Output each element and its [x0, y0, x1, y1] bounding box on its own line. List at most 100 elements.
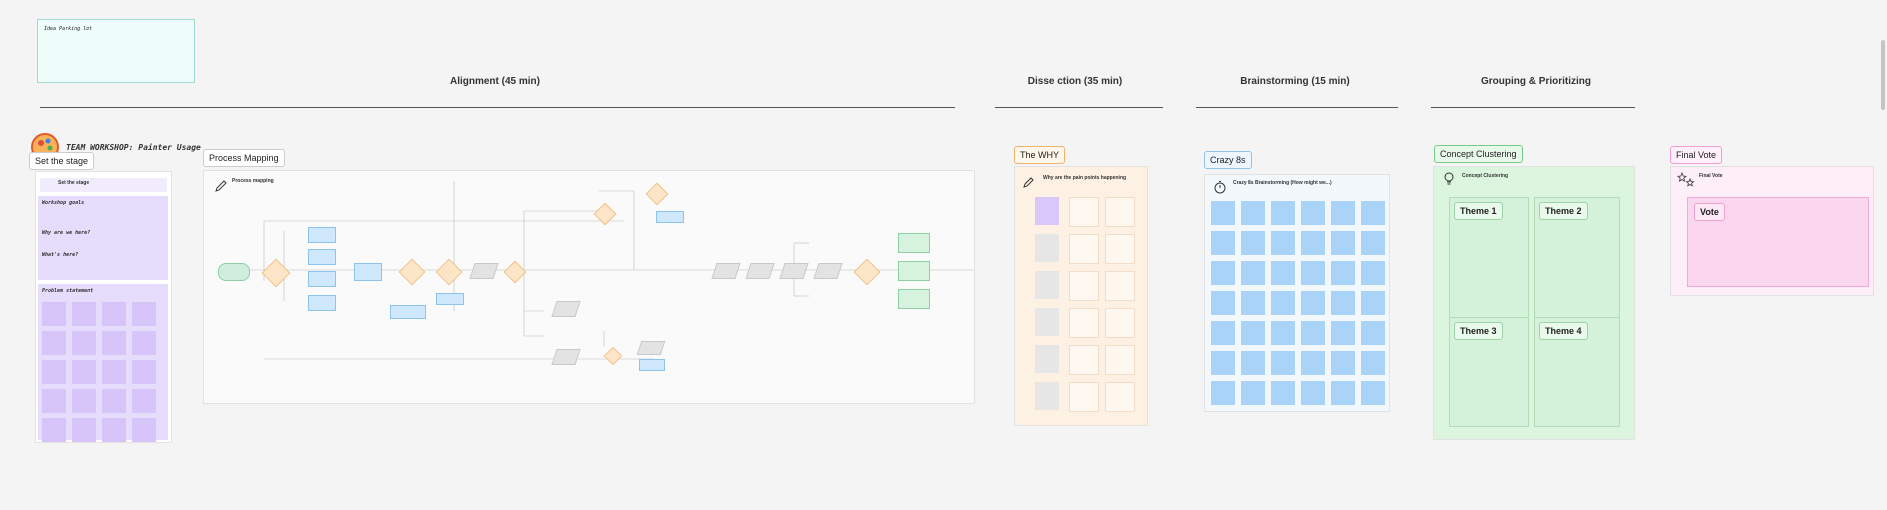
sticky-note[interactable]	[1211, 351, 1235, 375]
final-vote-frame[interactable]: Final Vote Vote	[1670, 166, 1874, 296]
sticky-note[interactable]	[1301, 261, 1325, 285]
sticky-note[interactable]	[1271, 201, 1295, 225]
sticky-note[interactable]	[102, 360, 126, 384]
sticky-note[interactable]	[1361, 231, 1385, 255]
sticky-note[interactable]	[102, 302, 126, 326]
parking-lot-frame[interactable]: Idea Parking lot	[37, 19, 195, 83]
why-cell[interactable]	[1105, 271, 1135, 301]
sticky-note[interactable]	[1361, 261, 1385, 285]
sticky-note[interactable]	[1301, 231, 1325, 255]
sticky-note[interactable]	[1211, 291, 1235, 315]
io-node[interactable]	[636, 341, 666, 355]
sticky-note[interactable]	[1241, 381, 1265, 405]
vote-box[interactable]: Vote	[1687, 197, 1869, 287]
sticky-note[interactable]	[1301, 321, 1325, 345]
sticky-note[interactable]	[1211, 321, 1235, 345]
sticky-note[interactable]	[1331, 381, 1355, 405]
process-node[interactable]	[354, 263, 382, 281]
sticky-note[interactable]	[1301, 351, 1325, 375]
sticky-note[interactable]	[42, 302, 66, 326]
why-cell[interactable]	[1069, 234, 1099, 264]
sticky-note[interactable]	[1331, 321, 1355, 345]
sticky-note[interactable]	[42, 360, 66, 384]
why-cell[interactable]	[1105, 308, 1135, 338]
sticky-note[interactable]	[1301, 201, 1325, 225]
sticky-note[interactable]	[42, 331, 66, 355]
sticky-note[interactable]	[72, 418, 96, 442]
process-node[interactable]	[436, 293, 464, 305]
why-cell[interactable]	[1069, 271, 1099, 301]
process-node[interactable]	[308, 271, 336, 287]
sticky-note[interactable]	[1271, 321, 1295, 345]
sticky-note[interactable]	[72, 389, 96, 413]
process-node[interactable]	[898, 261, 930, 281]
sticky-note[interactable]	[1361, 321, 1385, 345]
sticky-note[interactable]	[42, 389, 66, 413]
why-cell[interactable]	[1069, 345, 1099, 375]
tag-crazy-8s[interactable]: Crazy 8s	[1204, 151, 1252, 169]
sticky-note[interactable]	[1241, 201, 1265, 225]
the-why-frame[interactable]: Why are the pain points happening	[1014, 166, 1148, 426]
sticky-note[interactable]	[1211, 201, 1235, 225]
why-sticky[interactable]	[1035, 197, 1059, 225]
sticky-note[interactable]	[72, 360, 96, 384]
process-mapping-frame[interactable]: Process mapping	[203, 170, 975, 404]
concept-clustering-frame[interactable]: Concept Clustering Theme 1 Theme 2 Theme…	[1433, 166, 1635, 440]
sticky-note[interactable]	[1271, 231, 1295, 255]
sticky-note[interactable]	[1331, 261, 1355, 285]
process-node[interactable]	[639, 359, 665, 371]
vertical-scrollbar[interactable]	[1881, 40, 1885, 110]
set-the-stage-frame[interactable]: Set the stage Workshop goals Why are we …	[35, 171, 172, 443]
process-node[interactable]	[308, 295, 336, 311]
sticky-note[interactable]	[1241, 321, 1265, 345]
sticky-note[interactable]	[1331, 231, 1355, 255]
why-cell[interactable]	[1105, 345, 1135, 375]
theme-box-4[interactable]: Theme 4	[1534, 317, 1620, 427]
why-cell[interactable]	[1105, 234, 1135, 264]
tag-the-why[interactable]: The WHY	[1014, 146, 1066, 164]
tag-final-vote[interactable]: Final Vote	[1670, 146, 1723, 164]
why-cell[interactable]	[1105, 197, 1135, 227]
sticky-note[interactable]	[102, 331, 126, 355]
sticky-note[interactable]	[1271, 381, 1295, 405]
sticky-note[interactable]	[132, 331, 156, 355]
sticky-note[interactable]	[132, 360, 156, 384]
sticky-note[interactable]	[1271, 291, 1295, 315]
sticky-note[interactable]	[1361, 291, 1385, 315]
sticky-note[interactable]	[1241, 351, 1265, 375]
process-node[interactable]	[898, 233, 930, 253]
sticky-note[interactable]	[1331, 351, 1355, 375]
tag-set-the-stage[interactable]: Set the stage	[29, 152, 95, 170]
sticky-note[interactable]	[1211, 381, 1235, 405]
why-sticky[interactable]	[1035, 345, 1059, 373]
process-node[interactable]	[308, 227, 336, 243]
why-cell[interactable]	[1069, 308, 1099, 338]
sticky-note[interactable]	[42, 418, 66, 442]
why-sticky[interactable]	[1035, 308, 1059, 336]
why-cell[interactable]	[1069, 197, 1099, 227]
sticky-note[interactable]	[1361, 201, 1385, 225]
sticky-note[interactable]	[1211, 261, 1235, 285]
why-sticky[interactable]	[1035, 234, 1059, 262]
why-cell[interactable]	[1069, 382, 1099, 412]
sticky-note[interactable]	[1241, 261, 1265, 285]
sticky-note[interactable]	[132, 418, 156, 442]
sticky-note[interactable]	[132, 389, 156, 413]
crazy-8s-frame[interactable]: Crazy 8s Brainstorming (How might we...)	[1204, 174, 1390, 412]
sticky-note[interactable]	[1301, 381, 1325, 405]
process-node[interactable]	[390, 305, 426, 319]
sticky-note[interactable]	[102, 418, 126, 442]
sticky-note[interactable]	[132, 302, 156, 326]
sticky-note[interactable]	[1301, 291, 1325, 315]
process-node[interactable]	[308, 249, 336, 265]
tag-concept-clustering[interactable]: Concept Clustering	[1434, 145, 1523, 163]
sticky-note[interactable]	[1271, 351, 1295, 375]
sticky-note[interactable]	[1361, 381, 1385, 405]
sticky-note[interactable]	[1361, 351, 1385, 375]
why-sticky[interactable]	[1035, 382, 1059, 410]
sticky-note[interactable]	[1241, 291, 1265, 315]
sticky-note[interactable]	[1331, 201, 1355, 225]
start-node[interactable]	[218, 263, 250, 281]
tag-process-mapping[interactable]: Process Mapping	[203, 149, 285, 167]
sticky-note[interactable]	[1241, 231, 1265, 255]
